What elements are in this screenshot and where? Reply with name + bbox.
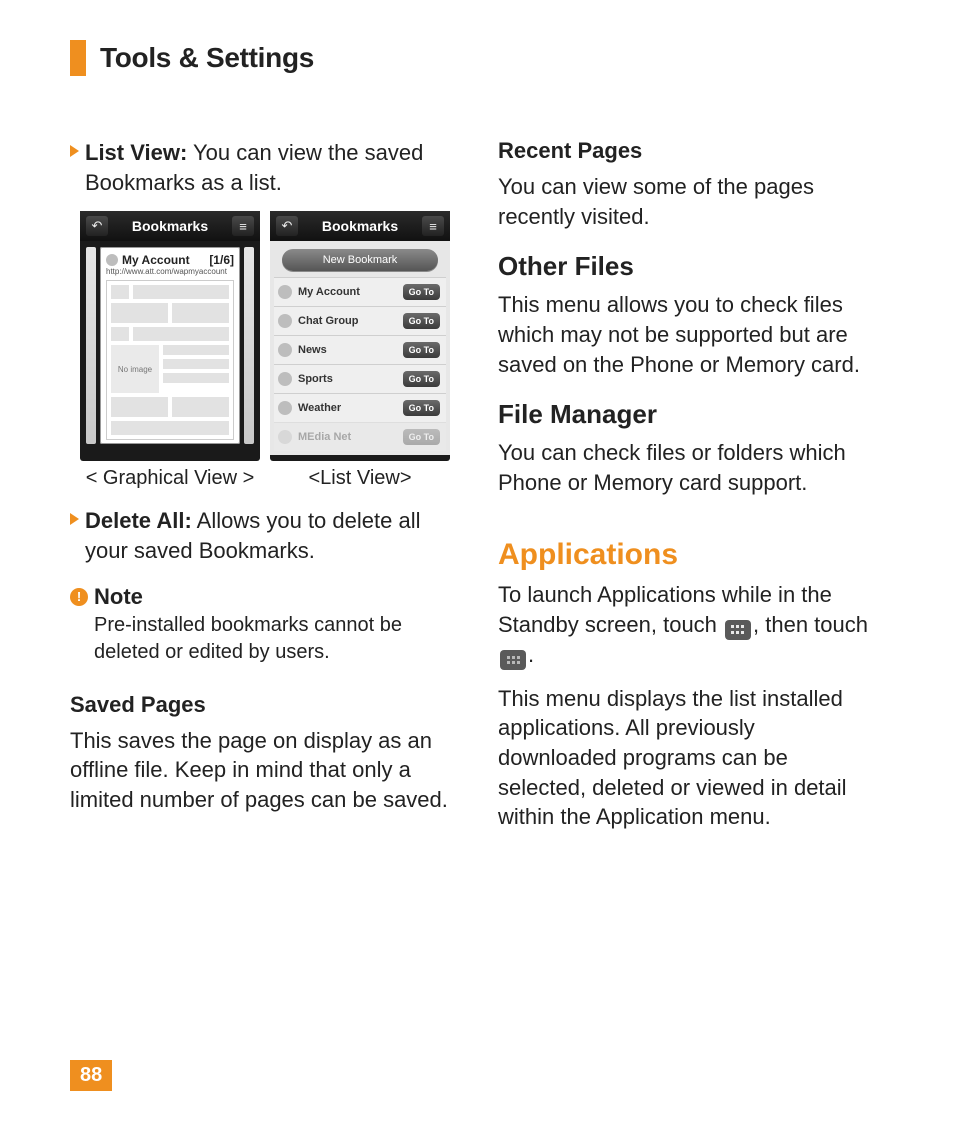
saved-pages-body: This saves the page on display as an off…	[70, 726, 450, 815]
left-column: List View: You can view the saved Bookma…	[70, 138, 450, 832]
list-view-label: List View:	[85, 140, 187, 165]
card-thumbnail: No image	[106, 280, 234, 440]
globe-icon	[278, 343, 292, 357]
globe-icon	[278, 401, 292, 415]
next-card-sliver	[244, 247, 254, 444]
other-files-body: This menu allows you to check files whic…	[498, 290, 878, 379]
card-header: My Account [1/6]	[106, 253, 234, 267]
delete-all-label: Delete All:	[85, 508, 192, 533]
triangle-bullet-icon	[70, 513, 79, 525]
graphical-caption: < Graphical View >	[80, 467, 260, 490]
list-item-label: News	[298, 344, 397, 356]
other-files-heading: Other Files	[498, 251, 878, 282]
graphical-topbar: ↶ Bookmarks ≡	[80, 211, 260, 241]
apps-lead-2: , then touch	[753, 612, 868, 637]
list-item-label: Weather	[298, 402, 397, 414]
right-column: Recent Pages You can view some of the pa…	[498, 138, 878, 832]
list-item-label: Sports	[298, 373, 397, 385]
applications-lead: To launch Applications while in the Stan…	[498, 580, 878, 670]
two-column-layout: List View: You can view the saved Bookma…	[70, 138, 894, 832]
apps-grid-icon	[500, 650, 526, 670]
list-item-label: Chat Group	[298, 315, 397, 327]
applications-heading: Applications	[498, 538, 878, 572]
list-view-bullet: List View: You can view the saved Bookma…	[70, 138, 450, 197]
list-item-label: MEdia Net	[298, 431, 397, 443]
globe-icon	[278, 314, 292, 328]
triangle-bullet-icon	[70, 145, 79, 157]
card-url: http://www.att.com/wapmyaccount	[106, 267, 234, 276]
list-topbar: ↶ Bookmarks ≡	[270, 211, 450, 241]
card-title: My Account	[122, 253, 205, 267]
file-manager-body: You can check files or folders which Pho…	[498, 438, 878, 497]
globe-icon	[278, 285, 292, 299]
note-label: Note	[94, 584, 143, 610]
file-manager-heading: File Manager	[498, 399, 878, 430]
globe-icon	[278, 430, 292, 444]
note-header: ! Note	[70, 584, 450, 610]
prev-card-sliver	[86, 247, 96, 444]
list-item[interactable]: Chat Group Go To	[274, 306, 446, 335]
recent-pages-body: You can view some of the pages recently …	[498, 172, 878, 231]
graphical-body: My Account [1/6] http://www.att.com/wapm…	[80, 241, 260, 448]
screenshot-captions: < Graphical View > <List View>	[80, 467, 450, 490]
list-item[interactable]: MEdia Net Go To	[274, 422, 446, 451]
list-view-text: List View: You can view the saved Bookma…	[85, 138, 450, 197]
list-view-mock: ↶ Bookmarks ≡ New Bookmark My Account Go…	[270, 211, 450, 461]
goto-button[interactable]: Go To	[403, 400, 440, 416]
list-body: New Bookmark My Account Go To Chat Group…	[270, 241, 450, 455]
header-accent-bar	[70, 40, 86, 76]
apps-lead-3: .	[528, 642, 534, 667]
saved-pages-heading: Saved Pages	[70, 692, 450, 718]
back-icon[interactable]: ↶	[86, 216, 108, 236]
list-item[interactable]: Sports Go To	[274, 364, 446, 393]
new-bookmark-button[interactable]: New Bookmark	[282, 249, 438, 271]
back-icon[interactable]: ↶	[276, 216, 298, 236]
section-title: Tools & Settings	[100, 42, 314, 74]
manual-page: Tools & Settings List View: You can view…	[0, 0, 954, 1145]
goto-button[interactable]: Go To	[403, 371, 440, 387]
menu-icon[interactable]: ≡	[422, 216, 444, 236]
no-image-placeholder: No image	[111, 345, 159, 393]
delete-all-text: Delete All: Allows you to delete all you…	[85, 506, 450, 565]
graphical-view-mock: ↶ Bookmarks ≡ My Account [1/6] http	[80, 211, 260, 461]
bookmark-card: My Account [1/6] http://www.att.com/wapm…	[100, 247, 240, 444]
goto-button[interactable]: Go To	[403, 342, 440, 358]
list-item[interactable]: News Go To	[274, 335, 446, 364]
list-caption: <List View>	[270, 467, 450, 490]
list-bar-title: Bookmarks	[322, 218, 398, 234]
page-number: 88	[70, 1060, 112, 1091]
globe-icon	[106, 254, 118, 266]
note-body: Pre-installed bookmarks cannot be delete…	[94, 612, 450, 666]
goto-button[interactable]: Go To	[403, 313, 440, 329]
card-counter: [1/6]	[209, 253, 234, 267]
delete-all-bullet: Delete All: Allows you to delete all you…	[70, 506, 450, 565]
applications-body2: This menu displays the list installed ap…	[498, 684, 878, 832]
recent-pages-heading: Recent Pages	[498, 138, 878, 164]
menu-icon[interactable]: ≡	[232, 216, 254, 236]
note-icon: !	[70, 588, 88, 606]
menu-grid-icon	[725, 620, 751, 640]
globe-icon	[278, 372, 292, 386]
goto-button[interactable]: Go To	[403, 284, 440, 300]
section-header: Tools & Settings	[70, 40, 894, 76]
goto-button[interactable]: Go To	[403, 429, 440, 445]
screenshot-row: ↶ Bookmarks ≡ My Account [1/6] http	[80, 211, 450, 461]
list-item[interactable]: My Account Go To	[274, 277, 446, 306]
list-item-label: My Account	[298, 286, 397, 298]
list-item[interactable]: Weather Go To	[274, 393, 446, 422]
graphical-bar-title: Bookmarks	[132, 218, 208, 234]
